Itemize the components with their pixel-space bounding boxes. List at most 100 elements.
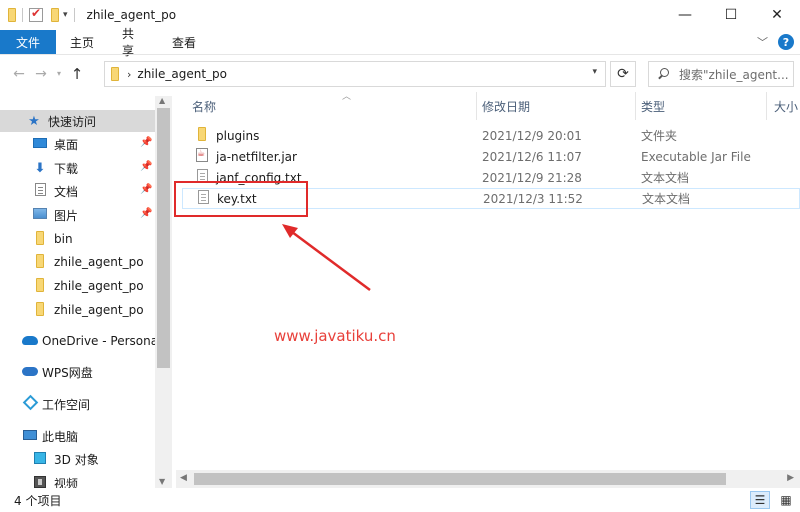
nav-item-wps-cloud[interactable]: WPS网盘	[22, 361, 155, 383]
nav-item-quick-access[interactable]: ★ 快速访问	[0, 110, 155, 132]
3d-objects-icon	[34, 451, 46, 464]
pin-icon: 📌	[140, 184, 153, 195]
scroll-right-arrow-icon[interactable]: ▶	[787, 473, 794, 483]
large-icons-view-icon[interactable]: ▦	[776, 491, 796, 509]
watermark-text: www.javatiku.cn	[274, 327, 396, 345]
documents-icon	[34, 183, 46, 196]
download-icon: ⬇	[34, 160, 46, 176]
customize-toolbar-dropdown[interactable]: ▾	[63, 10, 68, 20]
toolbar-divider	[22, 8, 23, 22]
pin-icon: 📌	[140, 208, 153, 219]
back-arrow-icon[interactable]: ←	[8, 66, 30, 82]
folder-icon[interactable]	[8, 8, 16, 22]
star-icon: ★	[28, 113, 40, 129]
folder-icon	[36, 253, 44, 268]
navigation-pane: ★ 快速访问 桌面 📌 ⬇ 下载 📌 文档 📌 图片 📌 bin zhile_a…	[0, 92, 172, 488]
nav-item-zhile-agent-po[interactable]: zhile_agent_po	[32, 251, 155, 273]
annotation-arrow-icon	[282, 224, 371, 292]
address-history-dropdown[interactable]: ▾	[592, 67, 597, 77]
nav-item-zhile-agent-po[interactable]: zhile_agent_po	[32, 299, 155, 321]
nav-item-videos[interactable]: 视频	[32, 472, 155, 488]
new-folder-icon[interactable]	[51, 8, 59, 22]
status-bar: 4 个项目 ☰ ▦	[0, 488, 800, 512]
folder-icon	[36, 277, 44, 292]
file-name: ja-netfilter.jar	[216, 149, 297, 164]
breadcrumb-chevron-icon[interactable]: ›	[127, 68, 131, 81]
recent-locations-dropdown[interactable]: ▾	[52, 69, 66, 78]
file-date: 2021/12/9 20:01	[482, 128, 582, 143]
forward-arrow-icon[interactable]: →	[30, 66, 52, 82]
window-title: zhile_agent_po	[86, 8, 177, 22]
column-header-name[interactable]: 名称 ︿	[192, 92, 472, 120]
minimize-button[interactable]: —	[662, 0, 708, 30]
nav-item-workspace[interactable]: 工作空间	[22, 393, 155, 415]
help-icon[interactable]: ?	[778, 34, 794, 50]
workspace-icon	[22, 394, 38, 411]
nav-item-zhile-agent-po[interactable]: zhile_agent_po	[32, 275, 155, 297]
column-header-size[interactable]: 大小	[774, 92, 800, 120]
folder-icon	[198, 127, 206, 141]
tab-file[interactable]: 文件	[0, 30, 56, 54]
quick-access-toolbar: ▾	[0, 0, 81, 30]
file-row-ja-netfilter-jar[interactable]: ja-netfilter.jar 2021/12/6 11:07 Executa…	[182, 146, 800, 167]
folder-icon	[36, 230, 44, 245]
nav-item-bin[interactable]: bin	[32, 228, 155, 250]
scrollbar-thumb[interactable]	[194, 473, 726, 485]
maximize-button[interactable]: ☐	[708, 0, 754, 30]
details-view-icon[interactable]: ☰	[750, 491, 770, 509]
ribbon-tabs: 文件 主页 共享 查看 ﹀ ?	[0, 27, 800, 58]
scroll-down-arrow-icon[interactable]: ▼	[159, 477, 165, 486]
nav-item-documents[interactable]: 文档 📌	[32, 180, 155, 202]
address-bar[interactable]: › zhile_agent_po ▾	[104, 61, 606, 87]
onedrive-icon	[22, 336, 38, 345]
file-date: 2021/12/3 11:52	[483, 191, 583, 206]
this-pc-icon	[23, 430, 37, 440]
pin-icon: 📌	[140, 137, 153, 148]
nav-item-desktop[interactable]: 桌面 📌	[32, 133, 155, 155]
scroll-up-arrow-icon[interactable]: ▲	[159, 96, 165, 105]
nav-item-downloads[interactable]: ⬇ 下载 📌	[32, 157, 155, 179]
tab-view[interactable]: 查看	[158, 30, 210, 54]
navigation-scrollbar[interactable]: ▲ ▼	[155, 96, 172, 488]
wps-cloud-icon	[22, 367, 38, 376]
column-divider[interactable]	[766, 92, 767, 120]
search-icon	[657, 68, 669, 80]
scroll-left-arrow-icon[interactable]: ◀	[180, 473, 187, 483]
nav-item-3d-objects[interactable]: 3D 对象	[32, 448, 155, 470]
search-placeholder: 搜索"zhile_agent...	[679, 67, 789, 82]
close-button[interactable]: ✕	[754, 0, 800, 30]
address-row: ← → ▾ ↑ › zhile_agent_po ▾ ⟳ 搜索"zhile_ag…	[0, 54, 800, 92]
column-divider[interactable]	[476, 92, 477, 120]
scrollbar-thumb[interactable]	[157, 108, 170, 368]
column-divider[interactable]	[635, 92, 636, 120]
tab-home[interactable]: 主页	[56, 30, 108, 54]
file-type: 文本文档	[642, 192, 691, 206]
column-header-date[interactable]: 修改日期	[482, 92, 632, 120]
refresh-button[interactable]: ⟳	[610, 61, 636, 87]
nav-item-this-pc[interactable]: 此电脑	[22, 425, 155, 447]
breadcrumb-item[interactable]: zhile_agent_po	[137, 67, 227, 81]
pin-icon: 📌	[140, 161, 153, 172]
nav-item-onedrive[interactable]: OneDrive - Personal	[22, 330, 161, 352]
nav-item-pictures[interactable]: 图片 📌	[32, 204, 155, 226]
expand-ribbon-chevron-icon[interactable]: ﹀	[757, 34, 768, 50]
file-date: 2021/12/6 11:07	[482, 149, 582, 164]
videos-icon	[34, 475, 46, 488]
column-header-type[interactable]: 类型	[641, 92, 771, 120]
horizontal-scrollbar[interactable]: ◀ ▶	[176, 470, 800, 488]
up-arrow-icon[interactable]: ↑	[66, 65, 88, 83]
file-type: Executable Jar File	[641, 149, 751, 164]
search-input[interactable]: 搜索"zhile_agent...	[648, 61, 794, 87]
file-date: 2021/12/9 21:28	[482, 170, 582, 185]
file-name: plugins	[216, 128, 260, 143]
title-bar: ▾ zhile_agent_po — ☐ ✕	[0, 0, 800, 30]
desktop-icon	[33, 138, 47, 148]
item-count: 4 个项目	[14, 493, 62, 508]
file-type: 文件夹	[641, 129, 678, 143]
pictures-icon	[33, 208, 47, 219]
tab-share[interactable]: 共享	[108, 27, 158, 58]
properties-icon[interactable]	[29, 6, 43, 22]
folder-icon	[36, 301, 44, 316]
folder-icon	[111, 67, 119, 81]
file-row-plugins[interactable]: plugins 2021/12/9 20:01 文件夹	[182, 125, 800, 146]
